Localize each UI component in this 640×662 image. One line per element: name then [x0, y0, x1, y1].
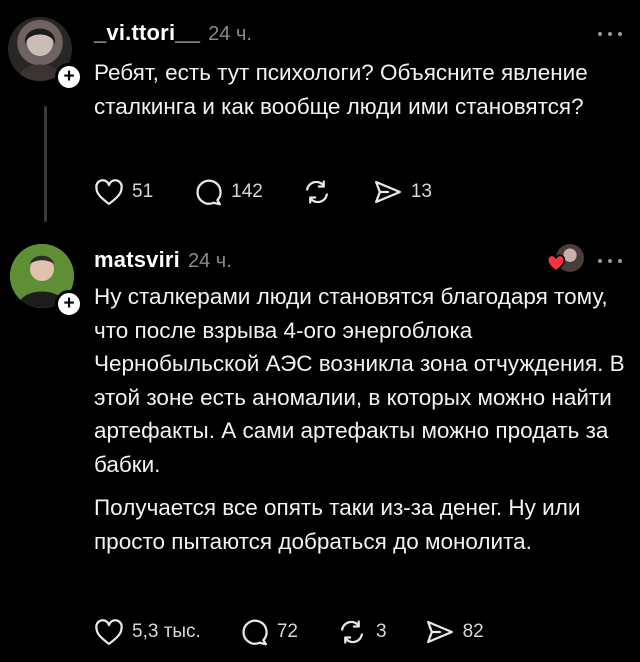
comment-button[interactable]: 142 [193, 178, 263, 206]
more-horizontal-icon[interactable] [598, 257, 622, 265]
like-count: 5,3 тыс. [132, 621, 201, 642]
thread-connector-line [44, 106, 47, 222]
post-paragraph: Ну сталкерами люди становятся благодаря … [94, 284, 625, 477]
comment-button[interactable]: 72 [239, 618, 298, 646]
comment-count: 72 [276, 621, 298, 642]
heart-icon [95, 179, 123, 205]
comment-icon [242, 619, 268, 646]
username[interactable]: matsviri [94, 247, 180, 272]
repost-icon [305, 180, 328, 204]
username[interactable]: _vi.ttori__ [94, 20, 200, 45]
repost-icon [341, 620, 363, 644]
post-text: Ребят, есть тут психологи? Объясните явл… [94, 60, 588, 119]
like-count: 51 [132, 181, 154, 202]
post-paragraph: Получается все опять таки из-за денег. Н… [94, 495, 581, 554]
share-button[interactable]: 13 [373, 178, 432, 206]
action-bar: 5,3 тыс. 72 3 82 [94, 618, 484, 646]
like-button[interactable]: 5,3 тыс. [94, 618, 201, 646]
timestamp: 24 ч. [208, 23, 252, 45]
post-original: + _vi.ttori__ 24 ч. Ребят, есть тут психо… [0, 0, 640, 230]
repost-count: 3 [375, 621, 387, 642]
like-button[interactable]: 51 [94, 178, 153, 206]
post-text: Ну сталкерами люди становятся благодаря … [94, 280, 634, 568]
post-header: _vi.ttori__ 24 ч. [94, 20, 252, 46]
follow-plus-icon[interactable]: + [55, 63, 83, 91]
repost-button[interactable]: 3 [336, 618, 387, 646]
share-button[interactable]: 82 [425, 618, 484, 646]
post-reply: + matsviri 24 ч. Ну сталкерами люди стано… [0, 232, 640, 662]
follow-plus-icon[interactable]: + [55, 290, 83, 318]
share-count: 13 [410, 181, 432, 202]
comment-icon [196, 179, 222, 206]
share-count: 82 [462, 621, 484, 642]
liked-heart-icon [546, 254, 566, 272]
comment-count: 142 [231, 181, 263, 202]
more-horizontal-icon[interactable] [598, 30, 622, 38]
share-icon [374, 180, 401, 204]
heart-icon [95, 619, 123, 645]
post-header: matsviri 24 ч. [94, 247, 232, 273]
action-bar: 51 142 13 [94, 178, 432, 206]
share-icon [426, 620, 453, 644]
timestamp: 24 ч. [187, 250, 232, 272]
repost-button[interactable] [301, 178, 341, 206]
